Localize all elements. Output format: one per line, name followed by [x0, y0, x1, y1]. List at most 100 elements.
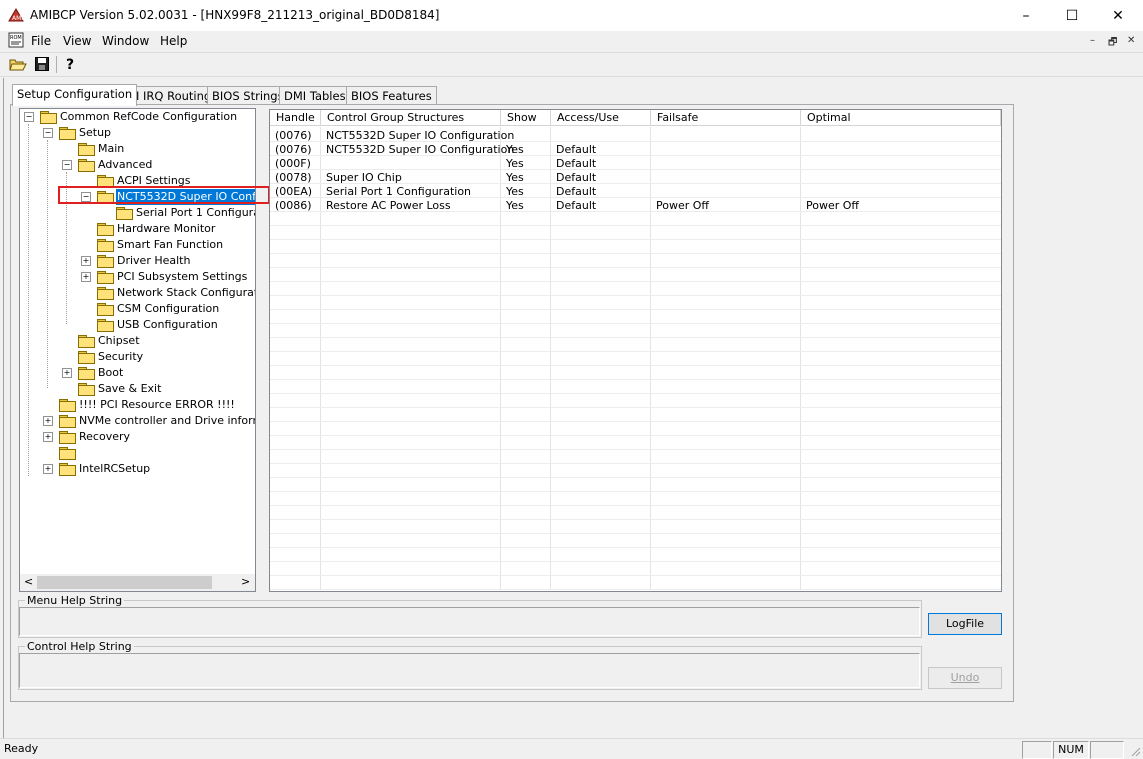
collapse-icon[interactable]: − — [43, 128, 53, 138]
svg-text:?: ? — [66, 57, 74, 72]
setup-tree[interactable]: − Common RefCode Configuration − Setup M… — [19, 108, 256, 592]
folder-icon — [59, 415, 76, 428]
cell-handle: (00EA) — [275, 185, 313, 198]
cell-optimal — [801, 171, 1001, 185]
scroll-right-icon[interactable]: > — [241, 575, 250, 588]
grid-row-line — [270, 407, 1001, 408]
collapse-icon[interactable]: − — [62, 160, 72, 170]
folder-icon — [40, 111, 57, 124]
grid-row-line — [270, 519, 1001, 520]
close-button[interactable]: ✕ — [1095, 0, 1141, 31]
grid-row-line — [270, 393, 1001, 394]
status-text: Ready — [4, 742, 39, 755]
column-header-handle[interactable]: Handle — [270, 110, 321, 126]
expand-icon[interactable]: + — [62, 368, 72, 378]
cell-control-group — [321, 157, 501, 171]
cell-failsafe — [651, 129, 801, 143]
cell-access: Default — [556, 185, 597, 198]
menu-file[interactable]: File — [31, 34, 51, 48]
cell-failsafe: Power Off — [656, 199, 709, 212]
mdi-minimize-button[interactable]: – — [1090, 35, 1095, 46]
menu-view[interactable]: View — [63, 34, 91, 48]
tab-bios-features[interactable]: BIOS Features — [346, 86, 437, 105]
column-header-failsafe[interactable]: Failsafe — [651, 110, 801, 126]
expand-icon[interactable]: + — [81, 256, 91, 266]
undo-button[interactable]: Undo — [928, 667, 1002, 689]
expand-icon[interactable]: + — [43, 464, 53, 474]
toolbar-separator — [56, 56, 57, 73]
tree-node-label: Smart Fan Function — [117, 238, 224, 251]
grid-row-line — [270, 533, 1001, 534]
grid-row-line — [270, 421, 1001, 422]
cell-show: Yes — [506, 185, 524, 198]
tab-setup-configuration[interactable]: Setup Configuration — [12, 84, 138, 106]
folder-icon — [116, 207, 133, 220]
title-bar: AMI AMIBCP Version 5.02.0031 - [HNX99F8_… — [0, 0, 1143, 32]
scrollbar-thumb[interactable] — [37, 576, 212, 589]
tree-node-label: Save & Exit — [98, 382, 162, 395]
tree-node-label: Network Stack Configuration — [117, 286, 255, 299]
tree-horizontal-scrollbar[interactable]: < > — [20, 574, 255, 591]
grid-row-line — [270, 505, 1001, 506]
save-button[interactable] — [32, 54, 52, 74]
grid-row-line — [270, 351, 1001, 352]
maximize-button[interactable]: ☐ — [1049, 0, 1095, 31]
scroll-left-icon[interactable]: < — [24, 575, 33, 588]
cell-optimal — [801, 185, 1001, 199]
folder-icon — [97, 287, 114, 300]
help-button[interactable]: ? — [61, 54, 81, 74]
cell-access: Default — [556, 143, 597, 156]
expand-icon[interactable]: + — [81, 272, 91, 282]
collapse-icon[interactable]: − — [24, 112, 34, 122]
menu-help-text — [19, 607, 920, 636]
tree-node-label: NVMe controller and Drive information — [79, 414, 255, 427]
folder-icon — [97, 319, 114, 332]
status-bar: Ready NUM — [0, 738, 1143, 759]
control-grid[interactable]: Handle Control Group Structures Show Acc… — [269, 109, 1002, 592]
menu-bar: ROM File View Window Help — [0, 31, 1143, 51]
cell-handle: (0086) — [275, 199, 312, 212]
mdi-restore-button[interactable]: 🗗 — [1108, 35, 1117, 52]
cell-optimal: Power Off — [806, 199, 859, 212]
minimize-button[interactable]: – — [1003, 0, 1049, 31]
open-button[interactable] — [8, 54, 28, 74]
cell-optimal — [801, 157, 1001, 171]
menu-window[interactable]: Window — [102, 34, 149, 48]
resize-grip-icon[interactable] — [1129, 745, 1141, 757]
control-help-label: Control Help String — [25, 640, 134, 653]
tree-node-label: Security — [98, 350, 144, 363]
cell-access: Default — [556, 199, 597, 212]
cell-control-group: NCT5532D Super IO Configuration — [326, 143, 515, 156]
grid-row-line — [270, 225, 1001, 226]
folder-icon — [97, 223, 114, 236]
grid-row-line — [270, 435, 1001, 436]
logfile-button[interactable]: LogFile — [928, 613, 1002, 635]
cell-failsafe — [651, 171, 801, 185]
open-folder-icon — [9, 59, 27, 71]
expand-icon[interactable]: + — [43, 416, 53, 426]
cell-control-group: Serial Port 1 Configuration — [326, 185, 472, 198]
tree-node-label: Common RefCode Configuration — [60, 110, 238, 123]
folder-icon — [78, 351, 95, 364]
mdi-close-button[interactable]: ✕ — [1127, 35, 1135, 46]
column-header-optimal[interactable]: Optimal — [801, 110, 1001, 126]
column-header-access-use[interactable]: Access/Use — [551, 110, 651, 126]
menu-help[interactable]: Help — [160, 34, 187, 48]
menu-help-label: Menu Help String — [25, 594, 125, 607]
tree-node-label: Driver Health — [117, 254, 191, 267]
status-panel-num: NUM — [1053, 741, 1089, 759]
tab-bios-strings[interactable]: BIOS Strings — [207, 86, 289, 105]
tab-dmi-tables[interactable]: DMI Tables — [279, 86, 351, 105]
cell-show — [501, 129, 551, 143]
grid-row-line — [270, 463, 1001, 464]
tree-node-label: Hardware Monitor — [117, 222, 216, 235]
document-icon[interactable]: ROM — [8, 32, 24, 48]
column-header-show[interactable]: Show — [501, 110, 551, 126]
expand-icon[interactable]: + — [43, 432, 53, 442]
cell-handle: (000F) — [275, 157, 311, 170]
tree-connector — [28, 124, 29, 476]
column-header-control-group[interactable]: Control Group Structures — [321, 110, 501, 126]
tree-node-label: USB Configuration — [117, 318, 218, 331]
window-title: AMIBCP Version 5.02.0031 - [HNX99F8_2112… — [30, 8, 440, 22]
tree-node-label: Chipset — [98, 334, 140, 347]
